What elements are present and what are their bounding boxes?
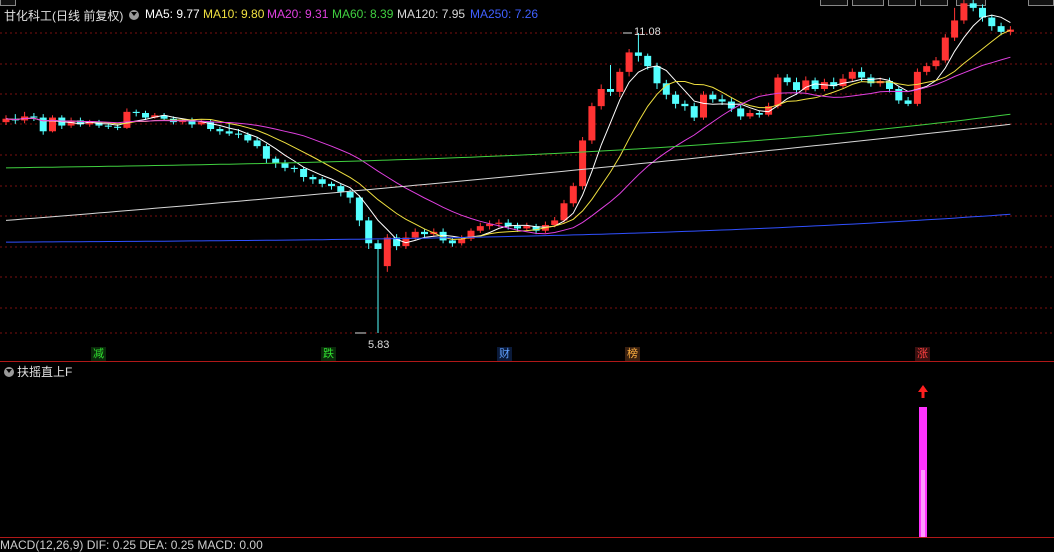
candle-body bbox=[913, 71, 921, 104]
candle-body bbox=[848, 71, 856, 79]
candle-body bbox=[709, 94, 717, 100]
candle-body bbox=[346, 191, 354, 198]
event-tag-finance[interactable]: 财 bbox=[497, 347, 512, 361]
candle-body bbox=[318, 179, 326, 184]
candle-body bbox=[579, 140, 587, 187]
candle-body bbox=[690, 106, 698, 118]
candle-body bbox=[997, 26, 1005, 32]
ma20-line bbox=[5, 56, 1011, 235]
macd-legend: MACD(12,26,9) DIF: 0.25 DEA: 0.25 MACD: … bbox=[0, 538, 263, 552]
candle-body bbox=[104, 125, 112, 127]
candle-body bbox=[225, 131, 233, 134]
candle-body bbox=[923, 66, 931, 72]
candle-body bbox=[365, 220, 373, 244]
candle-body bbox=[932, 60, 940, 67]
price-chart[interactable] bbox=[0, 0, 1054, 545]
candle-body bbox=[755, 112, 763, 115]
event-tag-rise[interactable]: 涨 bbox=[915, 347, 930, 361]
candle-body bbox=[39, 117, 47, 132]
candle-body bbox=[588, 106, 596, 141]
candle-body bbox=[895, 88, 903, 101]
candle-body bbox=[653, 66, 661, 84]
candle-body bbox=[774, 77, 782, 107]
candle-body bbox=[727, 101, 735, 109]
candle-body bbox=[30, 116, 38, 118]
candle-body bbox=[700, 94, 707, 118]
candle-body bbox=[960, 3, 968, 21]
candle-body bbox=[309, 176, 317, 180]
event-tag-fall[interactable]: 跌 bbox=[321, 347, 336, 361]
ma120-line bbox=[5, 123, 1011, 221]
candle-body bbox=[969, 3, 977, 8]
candle-body bbox=[737, 108, 745, 117]
candle-body bbox=[114, 126, 122, 128]
candle-body bbox=[132, 111, 140, 113]
candle-body bbox=[560, 203, 568, 221]
dropdown-icon[interactable] bbox=[4, 367, 14, 377]
candle-body bbox=[616, 71, 624, 92]
candle-body bbox=[411, 231, 419, 238]
candle-body bbox=[355, 197, 363, 221]
candle-body bbox=[988, 17, 996, 27]
candle-body bbox=[383, 237, 391, 267]
candle-body bbox=[569, 186, 577, 204]
candle-body bbox=[300, 168, 308, 177]
candle-body bbox=[253, 140, 261, 147]
up-arrow-icon bbox=[918, 385, 928, 398]
candle-body bbox=[495, 222, 503, 224]
candle-body bbox=[904, 100, 912, 104]
candle-body bbox=[672, 94, 680, 104]
candle-body bbox=[142, 112, 149, 118]
candle-body bbox=[448, 240, 456, 244]
candle-body bbox=[281, 163, 289, 168]
candle-body bbox=[979, 7, 986, 18]
event-tag-reduce[interactable]: 减 bbox=[91, 347, 106, 361]
candle-body bbox=[216, 128, 224, 132]
candle-body bbox=[476, 226, 484, 231]
candle-body bbox=[244, 134, 252, 141]
candle-body bbox=[328, 183, 335, 187]
candle-body bbox=[625, 52, 633, 72]
candle-body bbox=[820, 82, 828, 89]
candle-body bbox=[235, 133, 242, 135]
candle-body bbox=[858, 71, 866, 78]
indicator-title-bar: 扶摇直上F bbox=[4, 363, 72, 380]
candle-body bbox=[337, 186, 345, 192]
candle-body bbox=[793, 82, 800, 91]
signal-bar-highlight bbox=[921, 470, 925, 537]
candle-body bbox=[374, 243, 382, 249]
candle-body bbox=[597, 88, 605, 107]
candle-body bbox=[262, 146, 270, 159]
high-price-label: 11.08 bbox=[634, 26, 661, 38]
candle-body bbox=[421, 231, 428, 235]
low-price-label: 5.83 bbox=[368, 339, 390, 351]
candle-body bbox=[607, 88, 614, 92]
candle-body bbox=[290, 167, 298, 169]
candle-body bbox=[49, 117, 56, 132]
event-tag-ranking[interactable]: 榜 bbox=[625, 347, 640, 361]
candle-body bbox=[634, 52, 642, 56]
candle-body bbox=[941, 37, 949, 61]
candle-body bbox=[123, 111, 131, 128]
candle-body bbox=[718, 99, 726, 102]
candle-body bbox=[746, 112, 754, 117]
candle-body bbox=[644, 55, 652, 67]
candle-body bbox=[951, 20, 959, 38]
candle-body bbox=[783, 77, 791, 83]
candle-body bbox=[514, 226, 521, 229]
candle-body bbox=[523, 226, 531, 229]
indicator-title: 扶摇直上F bbox=[17, 365, 73, 379]
candle-body bbox=[681, 103, 689, 107]
